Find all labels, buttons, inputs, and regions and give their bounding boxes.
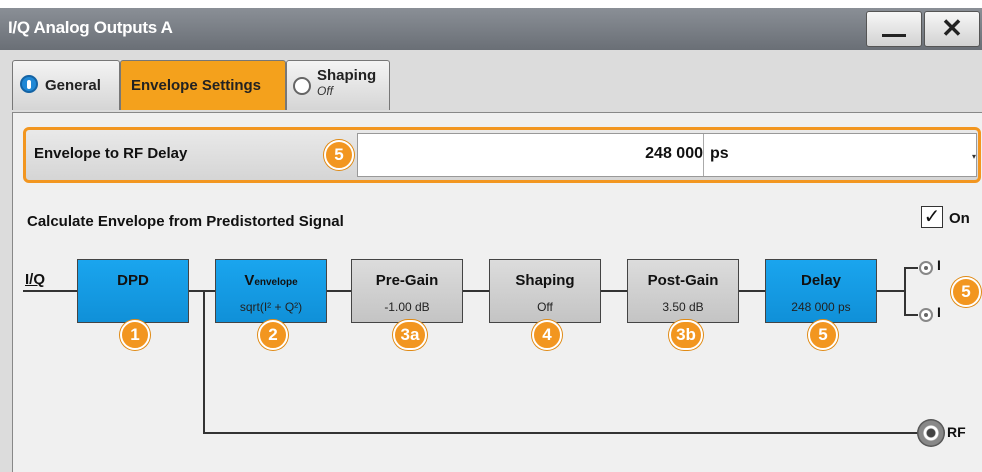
tab-envelope-settings[interactable]: Envelope Settings [120, 60, 286, 110]
dialog-window: I/Q Analog Outputs A ✕ General Envelope … [0, 8, 982, 472]
block-title: Delay [800, 272, 842, 289]
signal-line [904, 267, 918, 269]
post-gain-block[interactable]: Post-Gain 3.50 dB [627, 259, 739, 323]
block-value: -1.00 dB [384, 300, 430, 314]
signal-line [326, 290, 351, 292]
callout-badge: 5 [951, 277, 981, 307]
calculate-envelope-label: Calculate Envelope from Predistorted Sig… [27, 213, 344, 230]
close-button[interactable]: ✕ [924, 11, 980, 47]
minimize-button[interactable] [866, 11, 922, 47]
block-title: Shaping [515, 272, 575, 289]
iq-input-label: I/Q [25, 271, 46, 288]
envelope-delay-label: Envelope to RF Delay [34, 145, 188, 162]
callout-badge: 1 [120, 320, 150, 350]
block-formula: sqrt(I² + Q²) [239, 300, 303, 314]
envelope-delay-unit[interactable]: ps [710, 145, 729, 163]
signal-line [904, 314, 918, 316]
tab-general[interactable]: General [12, 60, 120, 110]
title-bar: I/Q Analog Outputs A ✕ [0, 8, 982, 50]
chevron-down-icon[interactable]: ▾ [972, 152, 976, 161]
callout-badge: 4 [532, 320, 562, 350]
block-value: 248 000 ps [791, 300, 851, 314]
tab-envelope-label: Envelope Settings [131, 77, 262, 94]
calculate-envelope-checkbox[interactable]: ✓ [921, 206, 943, 228]
dpd-block[interactable]: DPD [77, 259, 189, 323]
block-title: DPD [117, 272, 149, 289]
signal-line [23, 290, 78, 292]
delay-block[interactable]: Delay 248 000 ps [765, 259, 877, 323]
block-title: Pre-Gain [375, 272, 439, 289]
signal-line [739, 290, 765, 292]
venvelope-block[interactable]: Venvelope sqrt(I² + Q²) [215, 259, 327, 323]
output-i-label: I [937, 304, 941, 320]
callout-badge: 5 [324, 140, 354, 170]
field-divider [703, 134, 704, 176]
connector-i-icon [919, 261, 933, 275]
block-value: 3.50 dB [662, 300, 704, 314]
block-title: Venvelope [244, 272, 298, 289]
callout-badge: 5 [808, 320, 838, 350]
callout-badge: 3a [393, 320, 427, 350]
signal-line [203, 432, 919, 434]
pre-gain-block[interactable]: Pre-Gain -1.00 dB [351, 259, 463, 323]
tab-shaping[interactable]: Shaping Off [286, 60, 390, 110]
tab-general-label: General [45, 77, 101, 94]
signal-line [601, 290, 627, 292]
output-i-label: I [937, 257, 941, 273]
rf-connector-icon [917, 419, 945, 447]
signal-line [463, 290, 489, 292]
callout-badge: 3b [669, 320, 703, 350]
checkbox-on-label: On [949, 210, 970, 227]
radio-unselected-icon [293, 77, 311, 95]
block-title: Post-Gain [647, 272, 719, 289]
connector-i-icon [919, 308, 933, 322]
envelope-settings-panel: Envelope to RF Delay 5 248 000 ps ▾ Calc… [12, 112, 982, 472]
rf-output-label: RF [947, 424, 966, 440]
tab-shaping-status: Off [317, 84, 334, 98]
envelope-delay-row: Envelope to RF Delay 5 248 000 ps ▾ [23, 127, 981, 183]
callout-badge: 2 [258, 320, 288, 350]
signal-line [877, 290, 905, 292]
signal-line [904, 267, 906, 316]
radio-selected-icon [20, 75, 38, 93]
tab-shaping-label: Shaping [317, 67, 377, 84]
signal-line [203, 291, 205, 434]
block-value: Off [537, 300, 553, 314]
shaping-block[interactable]: Shaping Off [489, 259, 601, 323]
envelope-delay-input[interactable]: 248 000 ps ▾ [357, 133, 977, 177]
envelope-delay-value: 248 000 [645, 145, 703, 162]
window-title: I/Q Analog Outputs A [8, 18, 173, 37]
